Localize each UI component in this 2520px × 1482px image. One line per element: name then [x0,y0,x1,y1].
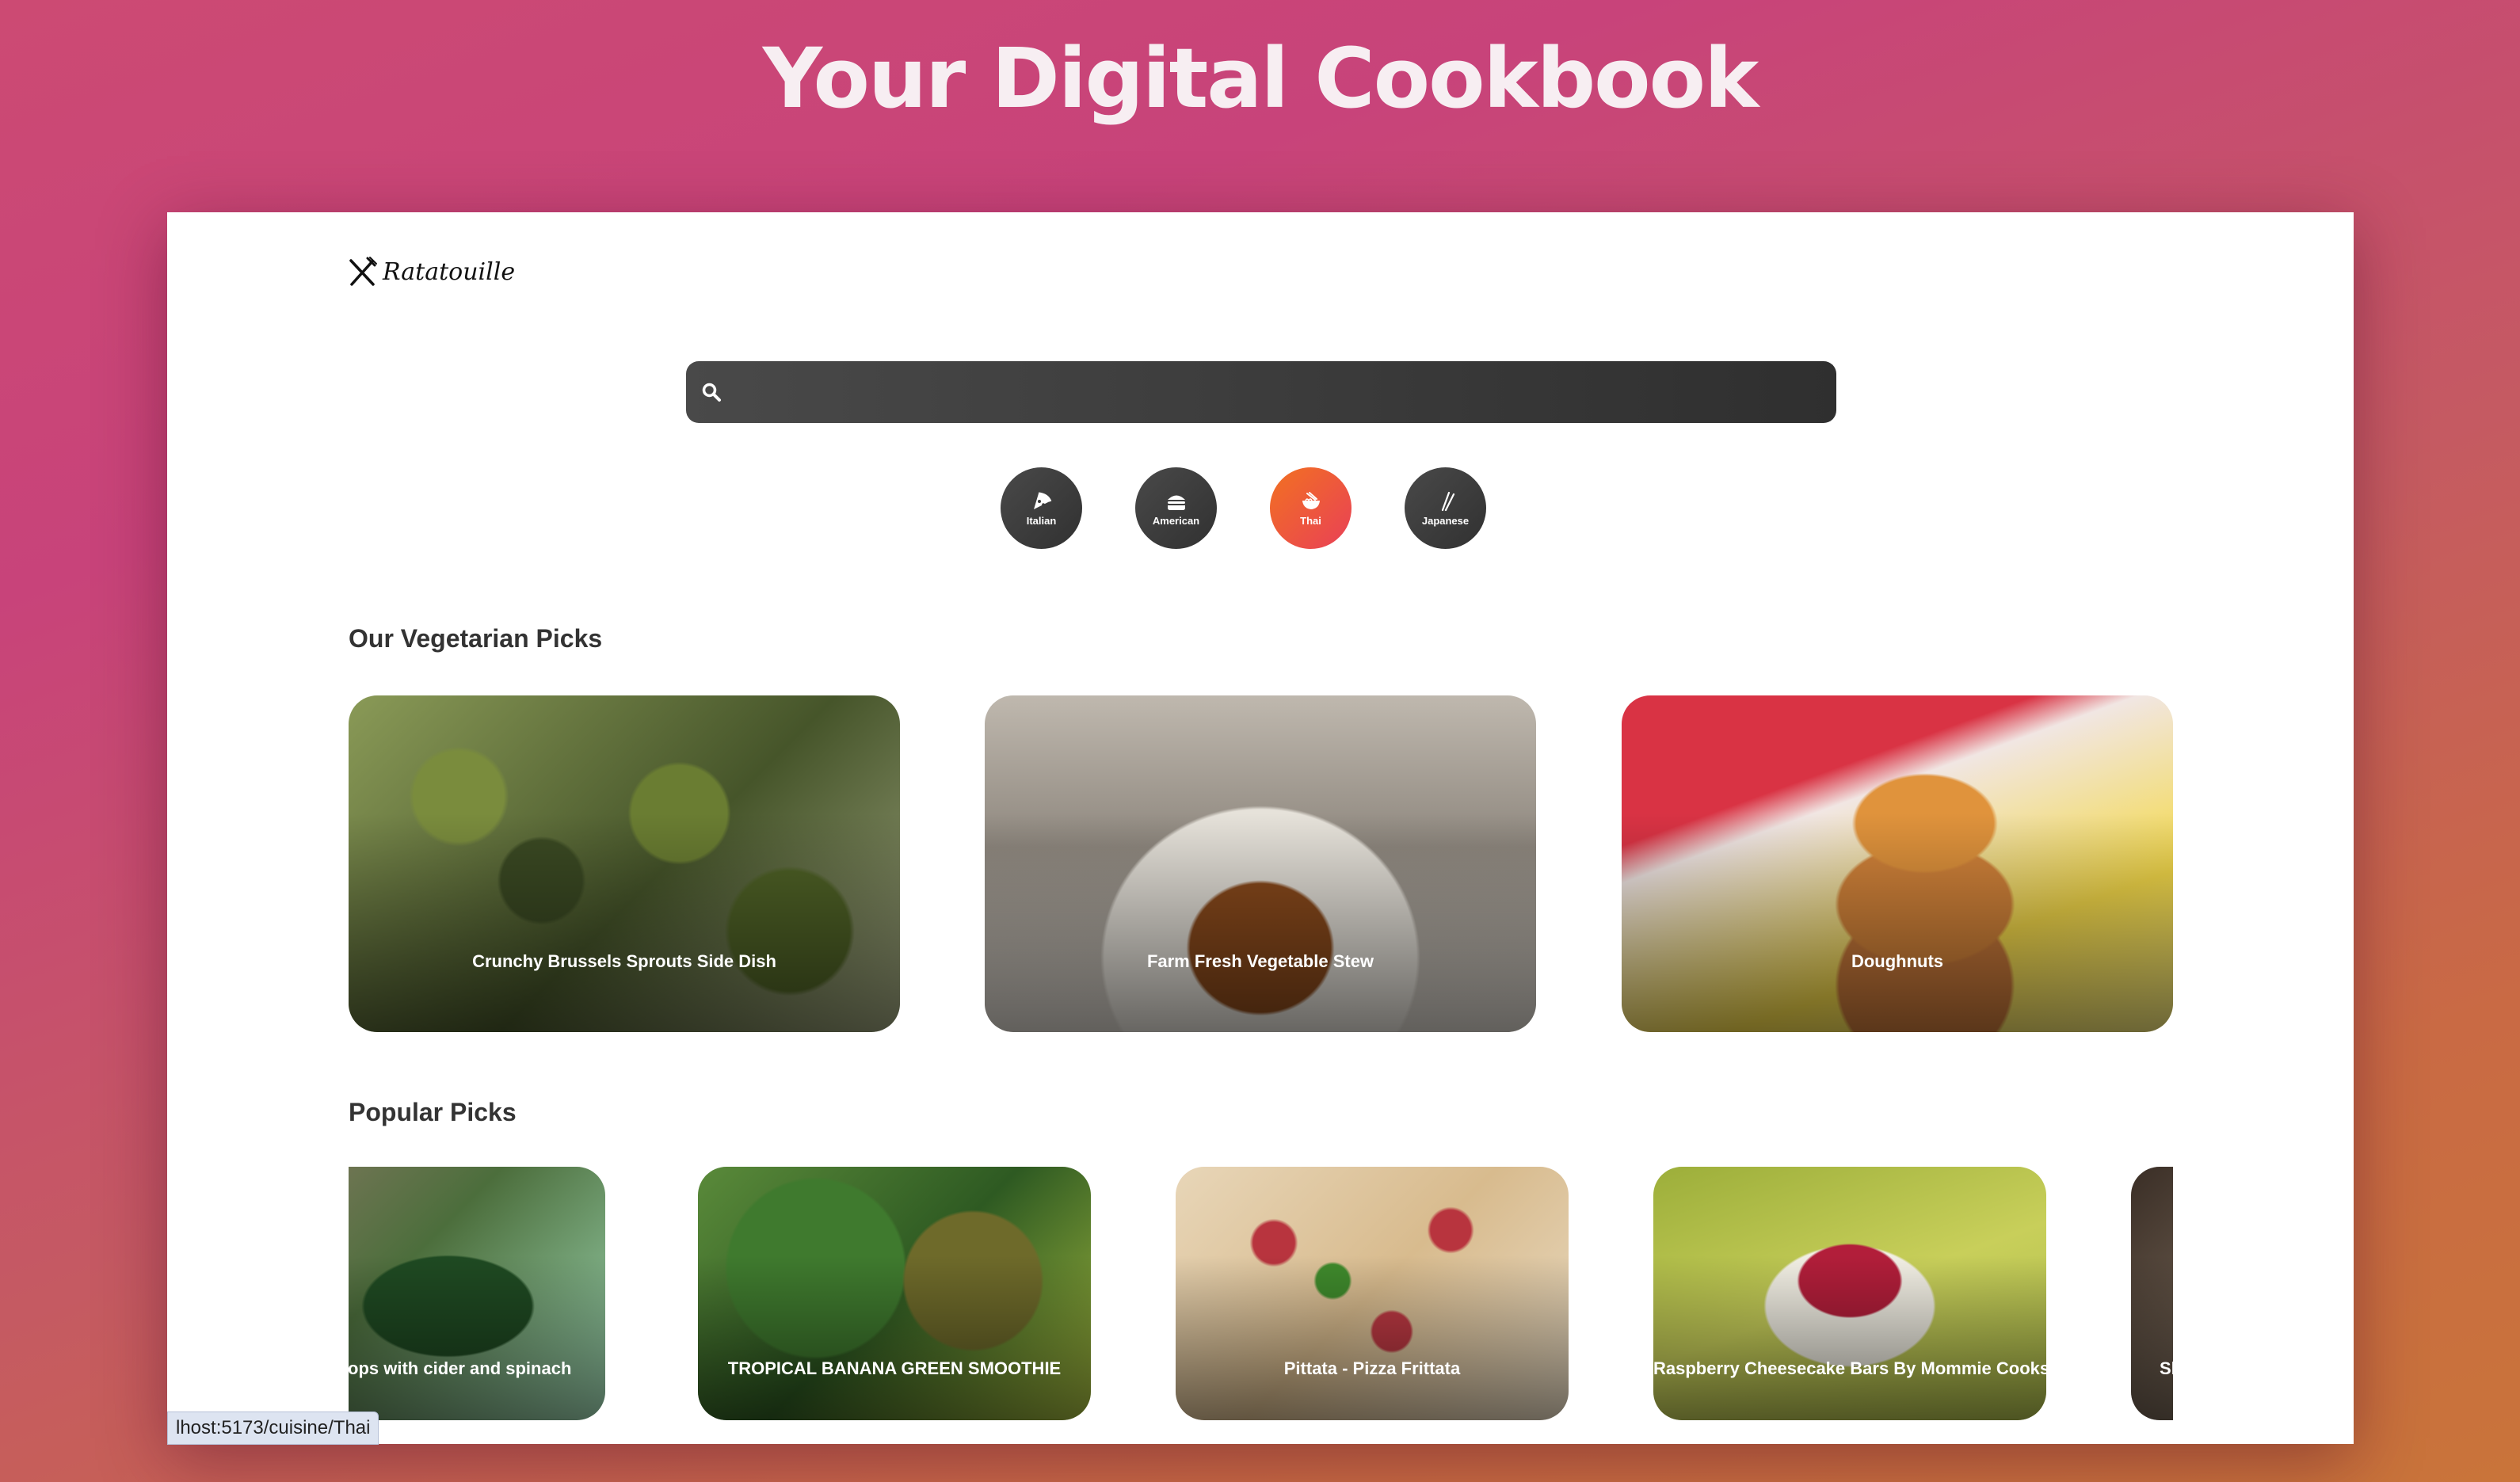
cuisine-label: Italian [1026,514,1057,527]
cuisine-nav: Italian American Thai Japanese [1001,467,1486,549]
status-bar-url: lhost:5173/cuisine/Thai [167,1412,379,1445]
chopsticks-icon [1441,491,1454,511]
recipe-title: Seared scallops with cider and spinach [349,1358,572,1378]
recipe-title: Pittata - Pizza Frittata [1283,1358,1461,1378]
noodle-bowl-icon [1302,491,1320,509]
search-input[interactable] [686,361,1836,423]
cutlery-icon [349,257,377,286]
recipe-card[interactable]: Doughnuts [1622,695,2173,1032]
search-icon [702,383,721,402]
recipe-title: Doughnuts [1851,951,1944,971]
recipe-card[interactable]: Raspberry Cheesecake Bars By Mommie Cook… [1653,1167,2046,1420]
card-overlay [349,695,900,1032]
recipe-card[interactable]: Crunchy Brussels Sprouts Side Dish [349,695,900,1032]
card-overlay [2131,1167,2173,1420]
cuisine-link-american[interactable]: American [1135,467,1217,549]
hamburger-icon [1167,495,1185,510]
recipe-card[interactable]: Seared scallops with cider and spinach [349,1167,605,1420]
cuisine-link-japanese[interactable]: Japanese [1405,467,1486,549]
recipe-title: Slow [2160,1358,2173,1378]
recipe-title: Farm Fresh Vegetable Stew [1146,951,1374,971]
card-overlay [985,695,1536,1032]
app-window: Ratatouille Italian American Thai Japane… [167,212,2354,1444]
page-title: Your Digital Cookbook [762,30,1759,127]
recipe-card[interactable]: Slow [2131,1167,2173,1420]
recipe-title: TROPICAL BANANA GREEN SMOOTHIE [727,1358,1062,1378]
recipe-title: Crunchy Brussels Sprouts Side Dish [472,951,776,971]
cuisine-link-italian[interactable]: Italian [1001,467,1082,549]
app-logo[interactable]: Ratatouille [346,256,515,288]
cuisine-label: American [1152,514,1200,527]
popular-heading: Popular Picks [349,1098,517,1126]
card-overlay [1176,1167,1569,1420]
card-overlay [349,1167,605,1420]
recipe-card[interactable]: Farm Fresh Vegetable Stew [985,695,1536,1032]
recipe-card[interactable]: Pittata - Pizza Frittata [1176,1167,1569,1420]
card-overlay [1622,695,2173,1032]
vegetarian-heading: Our Vegetarian Picks [349,624,603,653]
card-overlay [698,1167,1091,1420]
cuisine-link-thai[interactable]: Thai [1270,467,1351,549]
pizza-icon [1033,492,1051,509]
recipe-card[interactable]: TROPICAL BANANA GREEN SMOOTHIE [698,1167,1091,1420]
cuisine-label: Japanese [1421,514,1470,527]
logo-text: Ratatouille [383,257,516,286]
recipe-title: Raspberry Cheesecake Bars By Mommie Cook… [1653,1358,2046,1378]
card-overlay [1653,1167,2046,1420]
cuisine-label: Thai [1300,514,1321,527]
popular-carousel[interactable]: Seared scallops with cider and spinach T… [349,1167,2173,1420]
